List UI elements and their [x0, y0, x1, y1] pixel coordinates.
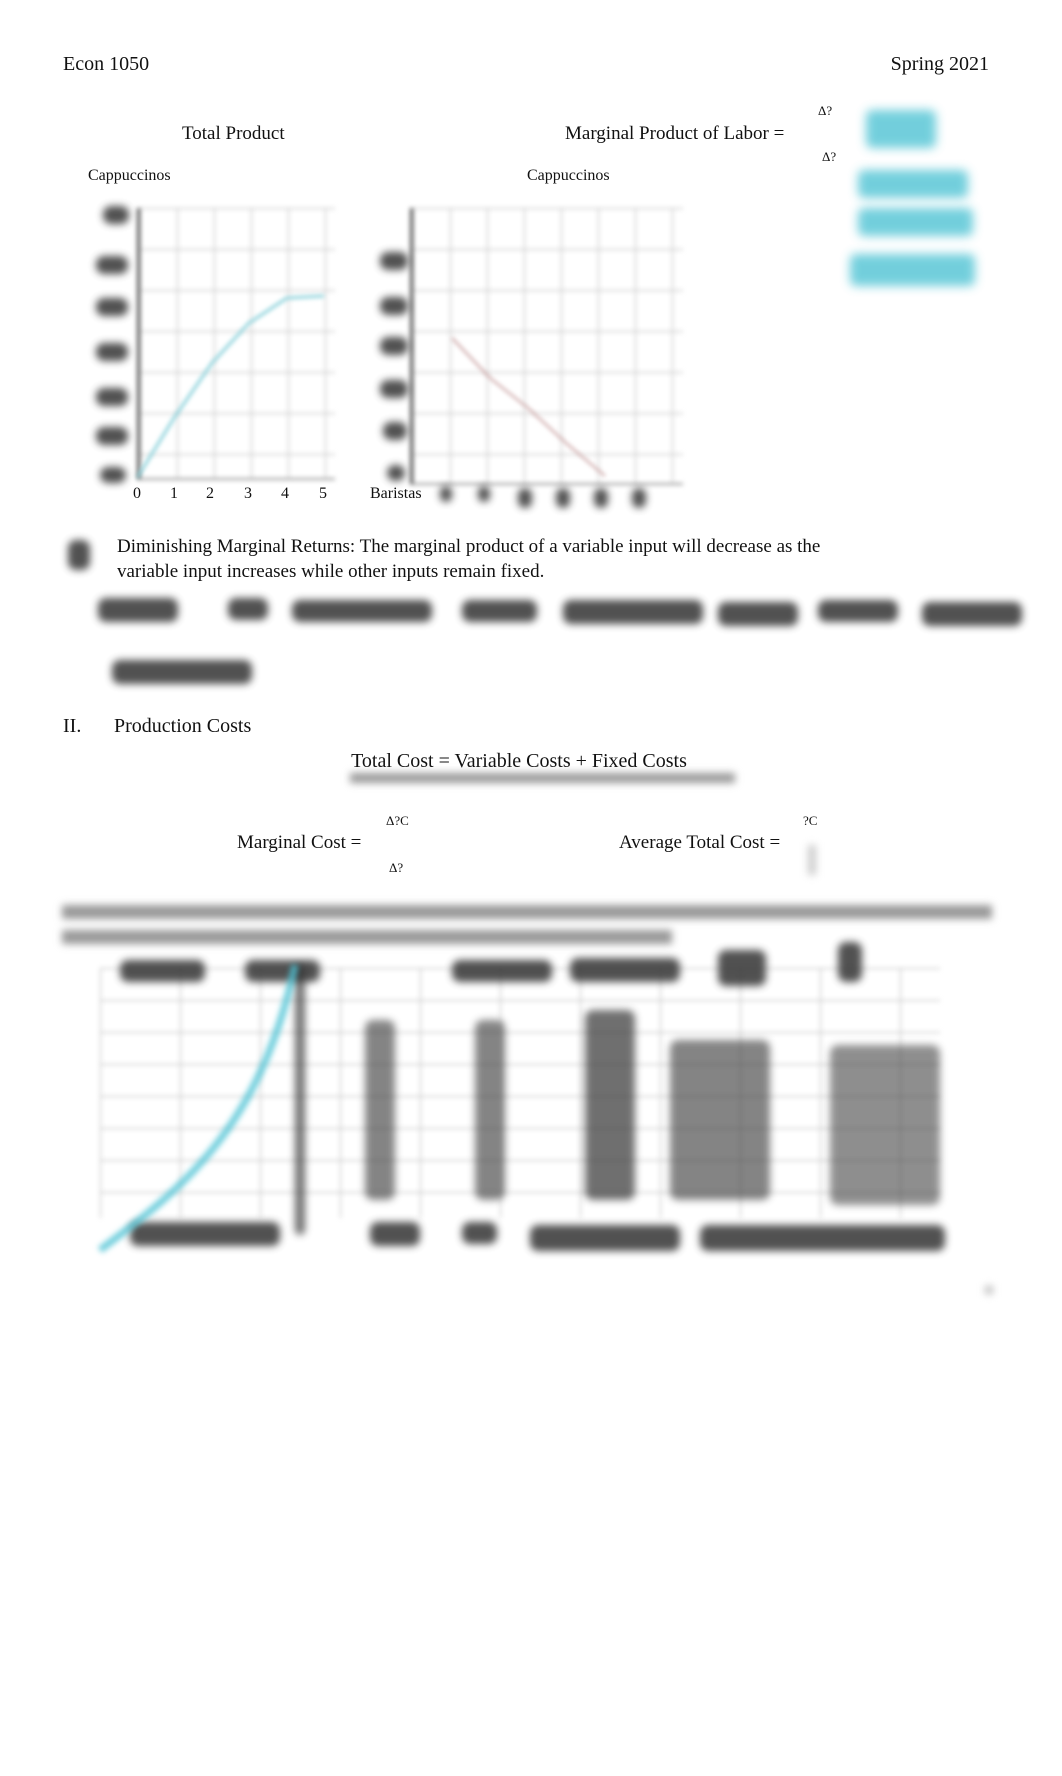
course-name: Econ 1050	[63, 53, 150, 75]
section-title: Production Costs	[114, 715, 252, 737]
mpl-fraction-bottom: Δ?	[822, 149, 837, 164]
x-tick: 5	[319, 485, 327, 502]
marginal-cost-label: Marginal Cost =	[237, 832, 362, 853]
handwritten-curve	[97, 964, 299, 1253]
x-axis-label-baristas: Baristas	[370, 485, 422, 502]
x-tick: 4	[281, 485, 289, 502]
average-total-cost-bottom-blurred	[808, 845, 816, 875]
mpl-fraction-top: Δ?	[818, 103, 833, 118]
total-product-curve	[137, 294, 325, 479]
total-product-y-label: Cappuccinos	[88, 167, 171, 184]
total-cost-formula: Total Cost = Variable Costs + Fixed Cost…	[351, 750, 687, 772]
page-number-blurred	[985, 1286, 993, 1294]
bullet-mark	[68, 540, 90, 570]
total-product-title: Total Product	[182, 123, 285, 144]
x-tick: 2	[206, 485, 214, 502]
section-number: II.	[63, 715, 82, 737]
x-tick: 1	[170, 485, 178, 502]
x-tick: 0	[133, 485, 141, 502]
marginal-cost-bottom: Δ?	[389, 860, 404, 875]
average-total-cost-top: ?C	[803, 813, 818, 828]
x-tick: 3	[244, 485, 252, 502]
marginal-cost-top: Δ?C	[386, 813, 409, 828]
marginal-product-title: Marginal Product of Labor =	[565, 123, 785, 144]
definition-line-2: variable input increases while other inp…	[117, 561, 545, 582]
average-total-cost-label: Average Total Cost =	[619, 832, 781, 853]
marginal-product-y-label: Cappuccinos	[527, 167, 610, 184]
term: Spring 2021	[890, 53, 989, 75]
definition-line-1: Diminishing Marginal Returns: The margin…	[117, 536, 821, 557]
formula-underline	[350, 773, 735, 783]
marginal-product-curve	[451, 337, 606, 477]
